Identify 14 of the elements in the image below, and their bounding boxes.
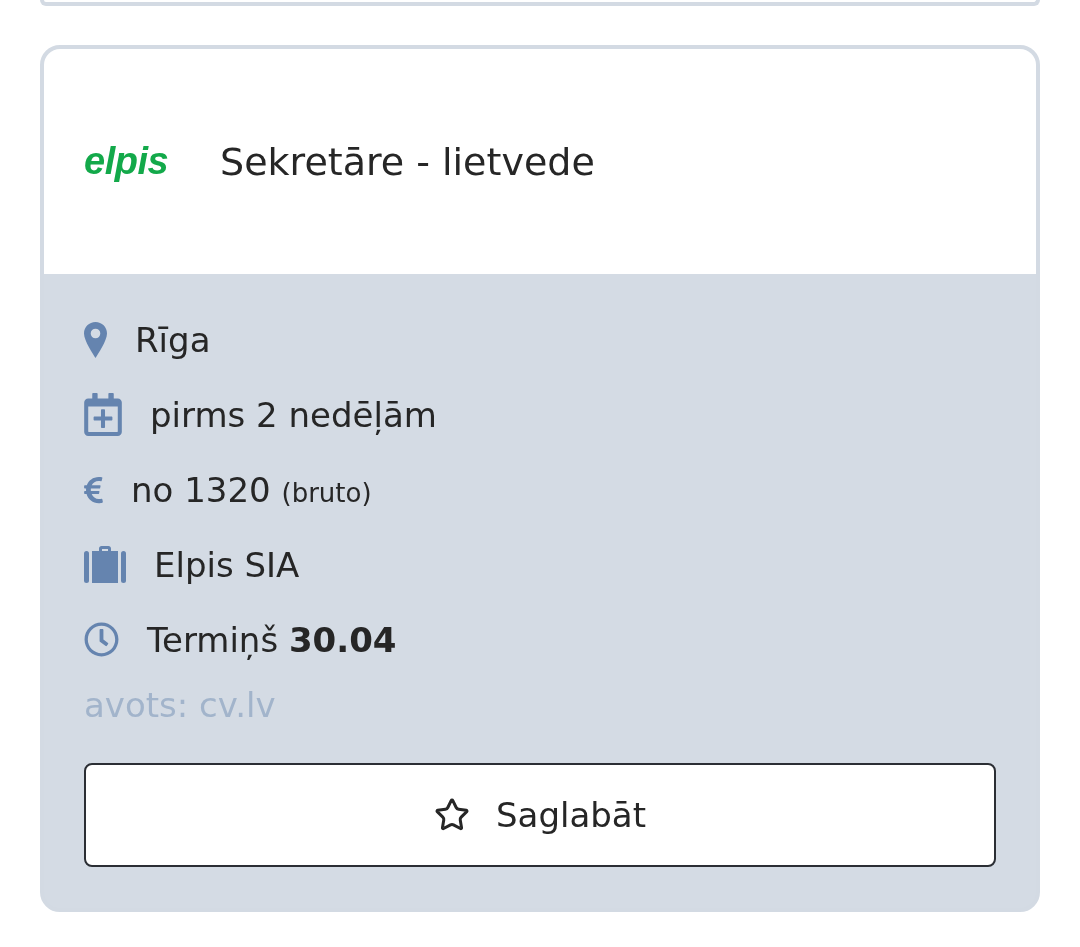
- salary-text: no 1320 (bruto): [131, 469, 372, 510]
- posted-date-text: pirms 2 nedēļām: [150, 394, 437, 435]
- job-title-link[interactable]: Sekretāre - lietvede: [220, 139, 595, 184]
- company-logo: elpis: [84, 140, 169, 183]
- location-text: Rīga: [135, 319, 211, 360]
- map-pin-icon: [84, 321, 107, 358]
- company-name: Elpis SIA: [154, 544, 300, 585]
- star-icon: [434, 797, 470, 833]
- deadline-text: Termiņš 30.04: [147, 619, 397, 660]
- suitcase-icon: [84, 546, 126, 583]
- calendar-plus-icon: [84, 393, 122, 436]
- clock-icon: [84, 622, 119, 657]
- euro-icon: [84, 474, 103, 505]
- save-button[interactable]: Saglabāt: [84, 763, 996, 867]
